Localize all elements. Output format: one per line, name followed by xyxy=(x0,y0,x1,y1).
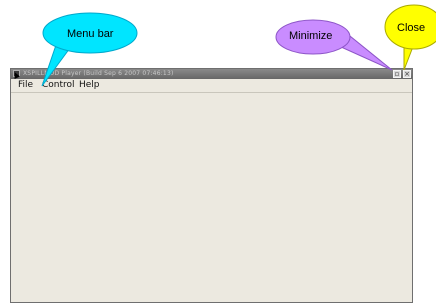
close-button[interactable]: × xyxy=(403,70,411,78)
callout-close-label: Close xyxy=(397,22,426,34)
window-title: XSPILLMOD Player (Build Sep 6 2007 07:46… xyxy=(23,70,174,77)
close-icon: × xyxy=(404,70,410,78)
title-bar[interactable]: XSPILLMOD Player (Build Sep 6 2007 07:46… xyxy=(11,69,412,79)
callout-minimize xyxy=(275,19,393,71)
menu-control[interactable]: Control xyxy=(42,80,75,91)
client-area xyxy=(11,93,412,302)
callout-close xyxy=(384,4,436,71)
minimize-icon: ▫ xyxy=(394,70,400,78)
callout-menu-bar-label: Menu bar xyxy=(67,28,114,40)
menu-help[interactable]: Help xyxy=(79,80,100,91)
menu-bar: File Control Help xyxy=(11,79,412,93)
menu-file[interactable]: File xyxy=(18,80,33,91)
minimize-button[interactable]: ▫ xyxy=(393,70,401,78)
application-window: XSPILLMOD Player (Build Sep 6 2007 07:46… xyxy=(10,68,413,303)
callout-minimize-label: Minimize xyxy=(289,30,333,42)
